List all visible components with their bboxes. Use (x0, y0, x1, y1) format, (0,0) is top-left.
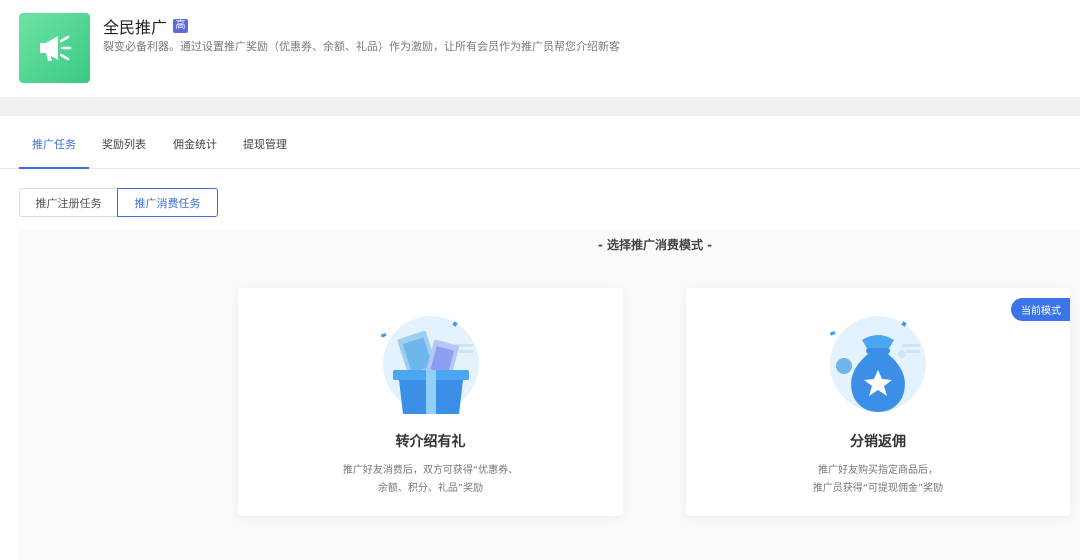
section-title: - 选择推广消费模式 - (597, 238, 713, 252)
main-panel: 推广任务 奖励列表 佣金统计 提现管理 推广注册任务 推广消费任务 - 选择推广… (0, 116, 1080, 560)
tab-promotion-tasks[interactable]: 推广任务 (19, 136, 89, 169)
mode-card-title: 分销返佣 (850, 434, 906, 450)
app-header: 全民推广 高 裂变必备利器。通过设置推广奖励（优惠券、余额、礼品）作为激励，让所… (0, 0, 1080, 97)
mode-card-desc-line: 推广好友购买指定商品后， (818, 465, 938, 476)
tab-reward-list[interactable]: 奖励列表 (102, 136, 146, 169)
gift-box-icon (380, 316, 479, 414)
task-type-register-button[interactable]: 推广注册任务 (19, 188, 118, 217)
mode-card-desc-line: 推广员获得“可提现佣金”奖励 (812, 483, 944, 494)
tab-bar: 推广任务 奖励列表 佣金统计 提现管理 (0, 116, 1080, 169)
money-bag-icon (829, 316, 926, 412)
mode-card-referral-gift[interactable]: 转介绍有礼 推广好友消费后，双方可获得“优惠券、 余额、积分、礼品”奖励 (238, 288, 623, 516)
tier-badge: 高 (173, 19, 189, 33)
app-title: 全民推广 高 (103, 14, 189, 38)
mode-card-description: 推广好友购买指定商品后， 推广员获得“可提现佣金”奖励 (686, 462, 1070, 498)
mode-card-description: 推广好友消费后，双方可获得“优惠券、 余额、积分、礼品”奖励 (238, 462, 623, 498)
tab-withdrawal-management[interactable]: 提现管理 (243, 136, 287, 169)
mode-card-title: 转介绍有礼 (395, 434, 466, 450)
task-type-consume-button[interactable]: 推广消费任务 (117, 188, 218, 217)
tab-commission-stats[interactable]: 佣金统计 (173, 136, 217, 169)
megaphone-icon (39, 35, 71, 61)
divider-band (0, 97, 1080, 116)
mode-card-desc-line: 余额、积分、礼品”奖励 (377, 483, 484, 494)
mode-card-desc-line: 推广好友消费后，双方可获得“优惠券、 (342, 465, 519, 476)
mode-card-distribution-commission[interactable]: 当前模式 分销返佣 推广好友购买指定商品后， 推广员获得“可提现佣金”奖励 (686, 288, 1070, 516)
app-title-text: 全民推广 (103, 18, 168, 37)
app-description: 裂变必备利器。通过设置推广奖励（优惠券、余额、礼品）作为激励，让所有会员作为推广… (103, 40, 620, 53)
app-icon (19, 13, 90, 83)
current-mode-badge: 当前模式 (1011, 298, 1070, 321)
